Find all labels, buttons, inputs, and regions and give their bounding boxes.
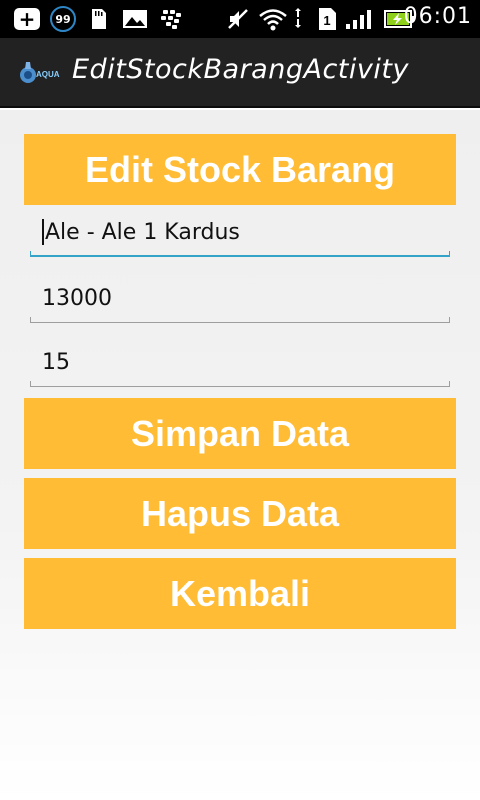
field-underline (30, 322, 450, 323)
edit-stock-form: Edit Stock Barang Ale - Ale 1 Kardus 130… (0, 110, 480, 800)
signal-icon (346, 10, 371, 29)
svg-text:1: 1 (323, 13, 330, 28)
app-logo-text: AQUA (36, 70, 60, 79)
status-bar: + 99 1 06:01 (0, 0, 480, 38)
plus-icon: + (14, 8, 40, 30)
form-heading: Edit Stock Barang (24, 134, 456, 205)
item-qty-field[interactable]: 15 (30, 337, 450, 387)
item-qty-value: 15 (42, 349, 70, 375)
item-price-value: 13000 (42, 285, 112, 311)
wifi-icon (259, 9, 287, 31)
item-name-field[interactable]: Ale - Ale 1 Kardus (30, 207, 450, 257)
app-logo-icon[interactable]: AQUA (18, 60, 66, 86)
sim-icon: 1 (319, 8, 336, 30)
text-cursor (42, 219, 44, 245)
save-button[interactable]: Simpan Data (24, 398, 456, 469)
back-button[interactable]: Kembali (24, 558, 456, 629)
mute-icon (228, 9, 248, 29)
data-arrows-icon (295, 8, 301, 28)
screen-title: EditStockBarangActivity (72, 54, 409, 85)
item-name-value: Ale - Ale 1 Kardus (45, 219, 240, 245)
bbm-icon (161, 10, 181, 29)
field-underline (30, 386, 450, 387)
notification-badge: 99 (50, 6, 76, 32)
action-bar: AQUA EditStockBarangActivity (0, 38, 480, 108)
delete-button[interactable]: Hapus Data (24, 478, 456, 549)
sd-card-icon (92, 9, 106, 29)
clock-text: 06:01 (403, 4, 472, 29)
item-price-field[interactable]: 13000 (30, 273, 450, 323)
image-icon (123, 10, 147, 28)
field-underline (30, 255, 450, 257)
